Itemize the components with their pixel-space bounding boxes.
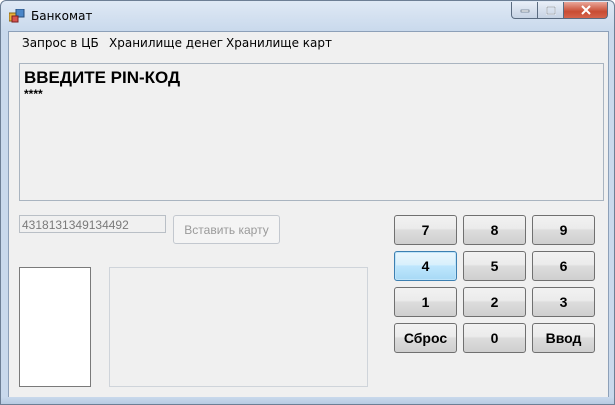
atm-display: ВВЕДИТЕ PIN-КОД ****: [19, 63, 604, 201]
insert-card-button[interactable]: Вставить карту: [173, 215, 280, 244]
title-bar[interactable]: Банкомат: [1, 1, 614, 31]
key-2[interactable]: 2: [463, 287, 526, 317]
menu-item-cb-request[interactable]: Запрос в ЦБ: [22, 36, 99, 50]
key-9[interactable]: 9: [532, 215, 595, 245]
app-icon: [9, 9, 25, 23]
minimize-button[interactable]: [511, 2, 538, 19]
menu-item-money-storage[interactable]: Хранилище денег: [109, 36, 223, 50]
close-icon: [580, 5, 591, 15]
maximize-button[interactable]: [538, 2, 564, 19]
receipt-panel: [109, 267, 368, 387]
key-3[interactable]: 3: [532, 287, 595, 317]
client-area: Запрос в ЦБ Хранилище денег Хранилище ка…: [8, 31, 609, 399]
key-4[interactable]: 4: [394, 251, 457, 281]
menu-bar: Запрос в ЦБ Хранилище денег Хранилище ка…: [9, 32, 608, 54]
cash-output-box: [19, 267, 91, 387]
menu-item-card-storage[interactable]: Хранилище карт: [226, 36, 332, 50]
maximize-icon: [545, 5, 556, 15]
enter-button[interactable]: Ввод: [532, 323, 595, 353]
minimize-icon: [520, 9, 529, 13]
key-1[interactable]: 1: [394, 287, 457, 317]
atm-window: Банкомат Запрос в ЦБ Хранилище денег Хра…: [0, 0, 615, 405]
card-number-field[interactable]: 4318131349134492: [19, 215, 166, 233]
key-0[interactable]: 0: [463, 323, 526, 353]
key-5[interactable]: 5: [463, 251, 526, 281]
key-6[interactable]: 6: [532, 251, 595, 281]
window-bottom-border: [1, 397, 614, 404]
pin-mask: ****: [24, 87, 43, 101]
key-7[interactable]: 7: [394, 215, 457, 245]
reset-button[interactable]: Сброс: [394, 323, 457, 353]
close-button[interactable]: [564, 2, 608, 19]
display-message: ВВЕДИТЕ PIN-КОД: [24, 68, 181, 87]
window-title: Банкомат: [31, 9, 93, 23]
window-controls: [511, 2, 608, 20]
key-8[interactable]: 8: [463, 215, 526, 245]
